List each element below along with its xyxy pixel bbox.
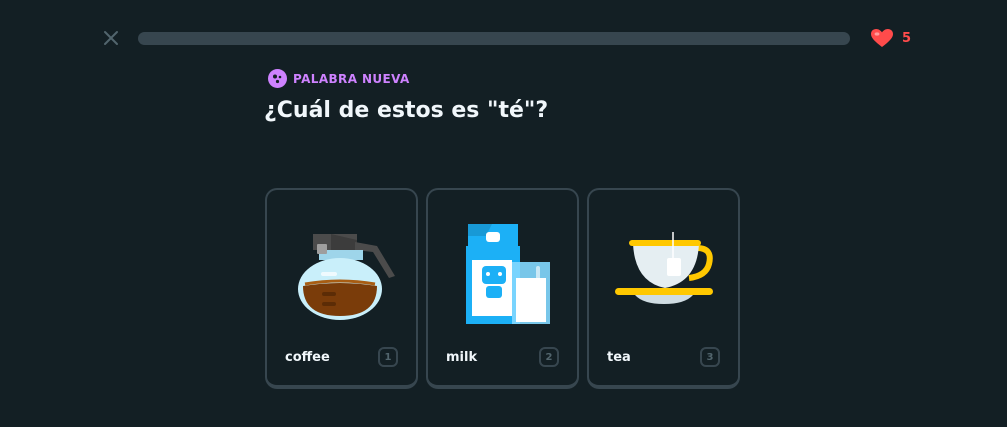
close-button[interactable] (100, 27, 122, 49)
new-word-icon (268, 69, 287, 88)
coffee-pot-image (298, 234, 395, 320)
new-word-label: PALABRA NUEVA (293, 71, 410, 86)
choice-label-milk: milk (446, 350, 478, 365)
choice-key-2: 2 (539, 347, 559, 367)
choice-label-coffee: coffee (285, 350, 330, 365)
choice-card-coffee[interactable]: coffee 1 (265, 188, 418, 389)
choice-label-tea: tea (607, 350, 631, 365)
choice-card-milk[interactable]: milk 2 (426, 188, 579, 389)
hearts-counter[interactable]: 5 (870, 27, 911, 49)
choice-key-3: 3 (700, 347, 720, 367)
milk-image (466, 224, 550, 324)
question-title: ¿Cuál de estos es "té"? (264, 98, 549, 123)
heart-icon (871, 29, 893, 47)
new-word-badge: PALABRA NUEVA (268, 69, 410, 88)
close-icon (104, 31, 118, 45)
lesson-progress-bar (138, 32, 850, 45)
tea-cup-image (615, 232, 713, 304)
hearts-count: 5 (902, 30, 912, 46)
choice-list: coffee 1 milk 2 tea 3 (265, 188, 740, 389)
choice-key-1: 1 (378, 347, 398, 367)
choice-card-tea[interactable]: tea 3 (587, 188, 740, 389)
